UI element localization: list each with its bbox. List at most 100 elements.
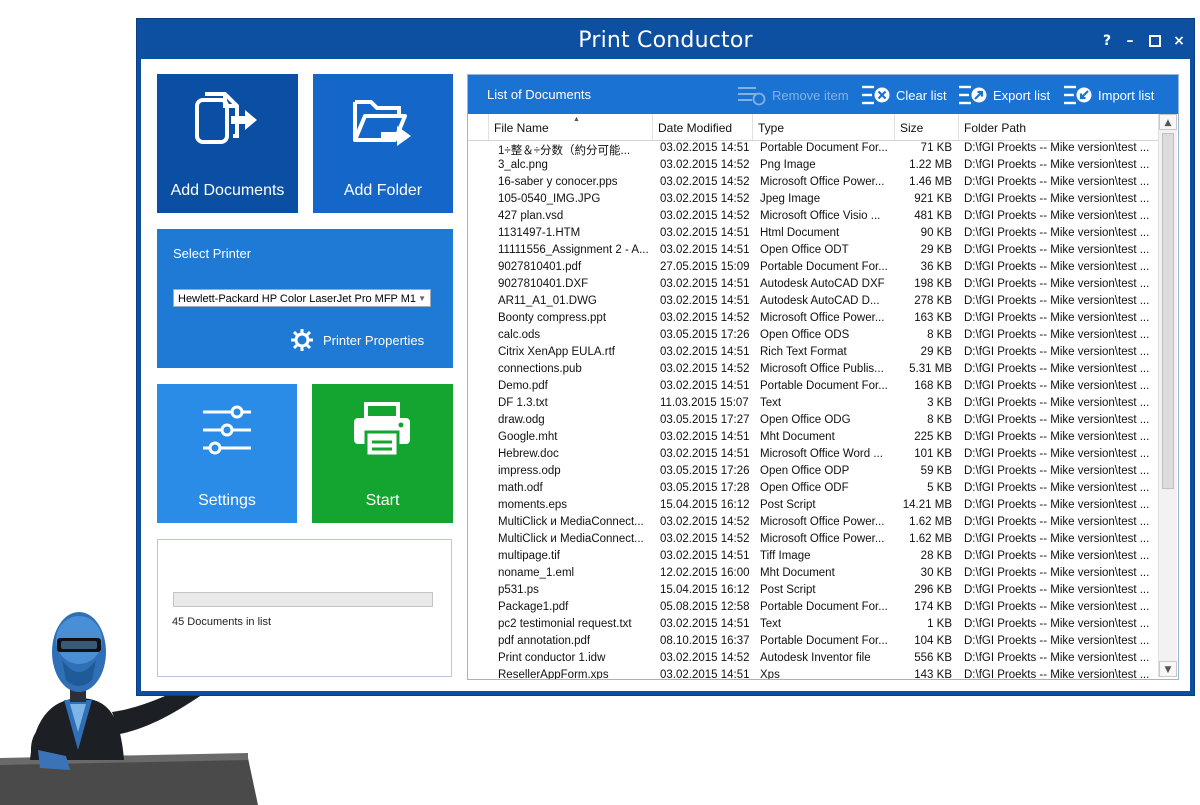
add-folder-button[interactable]: Add Folder: [313, 74, 453, 213]
add-documents-button[interactable]: Add Documents: [157, 74, 298, 213]
table-row[interactable]: Hebrew.doc 03.02.2015 14:51 Microsoft Offi…: [468, 447, 1158, 464]
cell-type: Post Script: [760, 584, 816, 596]
cell-file-name: 11111556_Assignment 2 - A...: [498, 244, 649, 256]
table-row[interactable]: Print conductor 1.idw 03.02.2015 14:52 Aut…: [468, 651, 1158, 668]
cell-type: Portable Document For...: [760, 261, 888, 273]
cell-size: 168 KB: [914, 380, 952, 392]
table-row[interactable]: DF 1.3.txt 11.03.2015 15:07 Text 3 KB D:\fGI…: [468, 396, 1158, 413]
cell-size: 1.22 MB: [909, 159, 952, 171]
column-header-type[interactable]: Type: [752, 114, 894, 140]
table-row[interactable]: MultiClick и MediaConnect... 03.02.2015 1…: [468, 532, 1158, 549]
start-button[interactable]: Start: [312, 384, 453, 523]
cell-folder-path: D:\fGI Proekts -- Mike version\test ...: [964, 278, 1150, 290]
cell-date-modified: 03.02.2015 14:51: [660, 669, 750, 679]
table-row[interactable]: 16-saber y conocer.pps 03.02.2015 14:52 Mi…: [468, 175, 1158, 192]
cell-file-name: Google.mht: [498, 431, 558, 443]
table-row[interactable]: connections.pub 03.02.2015 14:52 Microsoft…: [468, 362, 1158, 379]
table-row[interactable]: noname_1.eml 12.02.2015 16:00 Mht Document…: [468, 566, 1158, 583]
table-row[interactable]: 9027810401.pdf 27.05.2015 15:09 Portable D…: [468, 260, 1158, 277]
cell-file-name: DF 1.3.txt: [498, 397, 548, 409]
cell-folder-path: D:\fGI Proekts -- Mike version\test ...: [964, 346, 1150, 358]
table-row[interactable]: 11111556_Assignment 2 - A... 03.02.2015 1…: [468, 243, 1158, 260]
table-row[interactable]: pc2 testimonial request.txt 03.02.2015 14…: [468, 617, 1158, 634]
remove-list-icon: [738, 87, 766, 106]
printer-properties-button[interactable]: Printer Properties: [291, 329, 424, 351]
table-row[interactable]: impress.odp 03.05.2015 17:26 Open Office O…: [468, 464, 1158, 481]
cell-type: Rich Text Format: [760, 346, 847, 358]
table-row[interactable]: MultiClick и MediaConnect... 03.02.2015 1…: [468, 515, 1158, 532]
cell-date-modified: 03.02.2015 14:51: [660, 142, 750, 154]
table-row[interactable]: Citrix XenApp EULA.rtf 03.02.2015 14:51 Ri…: [468, 345, 1158, 362]
table-row[interactable]: 105-0540_IMG.JPG 03.02.2015 14:52 Jpeg Ima…: [468, 192, 1158, 209]
scroll-up-icon[interactable]: ▲: [1159, 114, 1177, 130]
table-row[interactable]: calc.ods 03.05.2015 17:26 Open Office ODS 8…: [468, 328, 1158, 345]
maximize-button[interactable]: [1145, 31, 1165, 51]
cell-type: Portable Document For...: [760, 380, 888, 392]
column-header-file-name[interactable]: File Name: [488, 114, 652, 140]
table-row[interactable]: draw.odg 03.05.2015 17:27 Open Office ODG 8…: [468, 413, 1158, 430]
table-row[interactable]: moments.eps 15.04.2015 16:12 Post Script 14…: [468, 498, 1158, 515]
vertical-scrollbar[interactable]: ▲ ▼: [1158, 114, 1177, 677]
import-list-icon: [1064, 85, 1092, 105]
cell-folder-path: D:\fGI Proekts -- Mike version\test ...: [964, 159, 1150, 171]
cell-type: Mht Document: [760, 567, 835, 579]
cell-file-name: 9027810401.DXF: [498, 278, 589, 290]
remove-item-button[interactable]: Remove item: [738, 83, 849, 107]
maximize-icon: [1149, 35, 1161, 47]
cell-type: Html Document: [760, 227, 840, 239]
column-header-date-modified[interactable]: Date Modified: [652, 114, 752, 140]
cell-date-modified: 03.05.2015 17:26: [660, 329, 750, 341]
column-header-size[interactable]: Size: [894, 114, 958, 140]
cell-file-name: pdf annotation.pdf: [498, 635, 591, 647]
cell-file-name: math.odf: [498, 482, 543, 494]
close-button[interactable]: ×: [1169, 31, 1189, 51]
cell-folder-path: D:\fGI Proekts -- Mike version\test ...: [964, 312, 1150, 324]
cell-folder-path: D:\fGI Proekts -- Mike version\test ...: [964, 669, 1150, 679]
table-row[interactable]: AR11_A1_01.DWG 03.02.2015 14:51 Autodesk A…: [468, 294, 1158, 311]
table-row[interactable]: Package1.pdf 05.08.2015 12:58 Portable Doc…: [468, 600, 1158, 617]
scroll-down-icon[interactable]: ▼: [1159, 661, 1177, 677]
table-row[interactable]: 9027810401.DXF 03.02.2015 14:51 Autodesk A…: [468, 277, 1158, 294]
cell-size: 225 KB: [914, 431, 952, 443]
table-row[interactable]: 1÷整＆÷分数（約分可能... 03.02.2015 14:51 Portable …: [468, 141, 1158, 158]
cell-folder-path: D:\fGI Proekts -- Mike version\test ...: [964, 567, 1150, 579]
cell-size: 101 KB: [914, 448, 952, 460]
cell-type: Xps: [760, 669, 780, 679]
table-row[interactable]: Google.mht 03.02.2015 14:51 Mht Document 22…: [468, 430, 1158, 447]
sliders-icon: [203, 405, 251, 455]
clear-list-button[interactable]: Clear list: [862, 83, 947, 107]
cell-folder-path: D:\fGI Proekts -- Mike version\test ...: [964, 516, 1150, 528]
table-row[interactable]: math.odf 03.05.2015 17:28 Open Office ODF 5…: [468, 481, 1158, 498]
cell-size: 30 KB: [920, 567, 952, 579]
export-list-label: Export list: [993, 87, 1051, 103]
settings-button[interactable]: Settings: [157, 384, 297, 523]
printer-icon: [354, 402, 410, 458]
table-row[interactable]: 1131497-1.HTM 03.02.2015 14:51 Html Docume…: [468, 226, 1158, 243]
table-row[interactable]: 427 plan.vsd 03.02.2015 14:52 Microsoft Of…: [468, 209, 1158, 226]
cell-file-name: p531.ps: [498, 584, 539, 596]
printer-dropdown[interactable]: Hewlett-Packard HP Color LaserJet Pro MF…: [173, 289, 431, 307]
help-button[interactable]: ?: [1097, 31, 1117, 51]
import-list-button[interactable]: Import list: [1064, 83, 1154, 107]
cell-date-modified: 03.02.2015 14:52: [660, 159, 750, 171]
table-row[interactable]: p531.ps 15.04.2015 16:12 Post Script 296 KB…: [468, 583, 1158, 600]
table-row[interactable]: Boonty compress.ppt 03.02.2015 14:52 Micro…: [468, 311, 1158, 328]
cell-date-modified: 03.02.2015 14:52: [660, 533, 750, 545]
cell-date-modified: 03.02.2015 14:51: [660, 380, 750, 392]
cell-date-modified: 03.02.2015 14:52: [660, 193, 750, 205]
table-row[interactable]: multipage.tif 03.02.2015 14:51 Tiff Image 2…: [468, 549, 1158, 566]
cell-size: 71 KB: [920, 142, 952, 154]
table-row[interactable]: ResellerAppForm.xps 03.02.2015 14:51 Xps 14…: [468, 668, 1158, 679]
column-header-folder-path[interactable]: Folder Path: [958, 114, 1158, 140]
minimize-button[interactable]: –: [1120, 31, 1140, 51]
table-row[interactable]: pdf annotation.pdf 08.10.2015 16:37 Portab…: [468, 634, 1158, 651]
scrollbar-thumb[interactable]: [1162, 133, 1174, 489]
cell-type: Microsoft Office Power...: [760, 533, 885, 545]
export-list-button[interactable]: Export list: [959, 83, 1050, 107]
cell-file-name: Print conductor 1.idw: [498, 652, 606, 664]
table-row[interactable]: Demo.pdf 03.02.2015 14:51 Portable Documen…: [468, 379, 1158, 396]
table-row[interactable]: 3_alc.png 03.02.2015 14:52 Png Image 1.22 M…: [468, 158, 1158, 175]
cell-folder-path: D:\fGI Proekts -- Mike version\test ...: [964, 397, 1150, 409]
cell-type: Open Office ODT: [760, 244, 849, 256]
cell-folder-path: D:\fGI Proekts -- Mike version\test ...: [964, 431, 1150, 443]
